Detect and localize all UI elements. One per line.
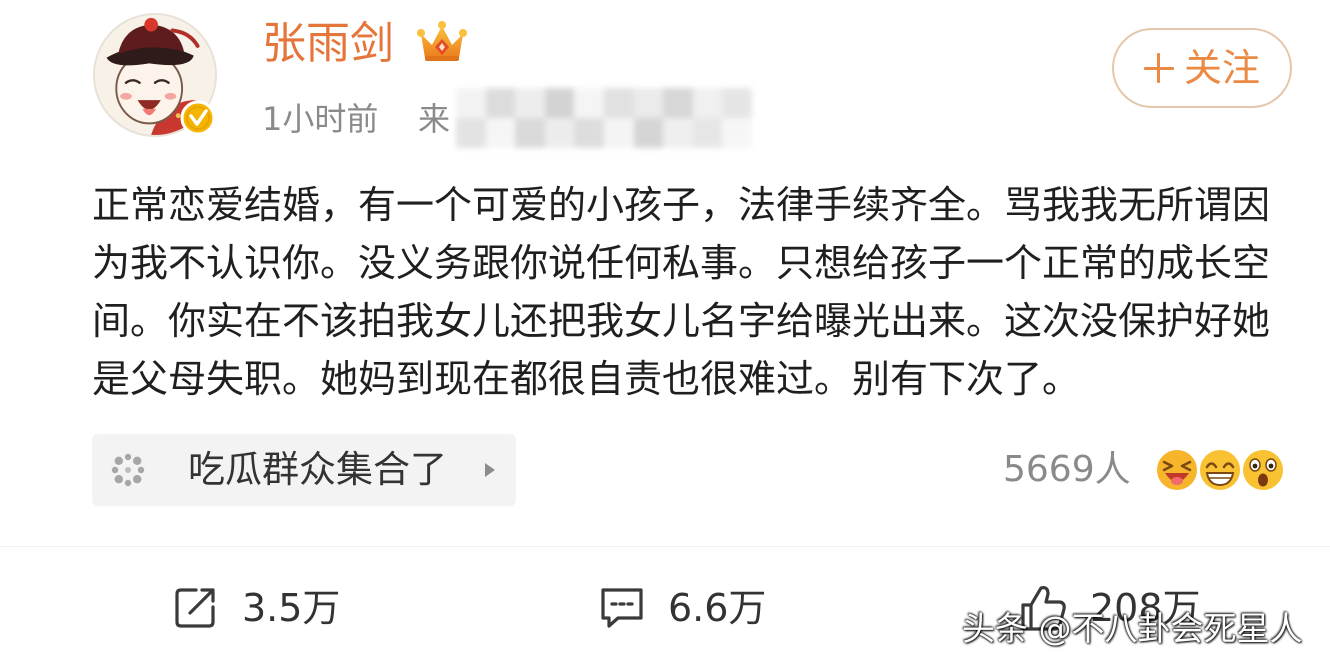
mosaic-cell bbox=[633, 88, 664, 118]
mosaic-cell bbox=[663, 88, 693, 118]
post-time[interactable]: 1小时前 bbox=[262, 96, 378, 142]
repost-count: 3.5万 bbox=[242, 586, 341, 630]
verified-v-icon bbox=[180, 100, 216, 136]
comment-button[interactable]: 6.6万 bbox=[598, 580, 766, 636]
mosaic-cell bbox=[456, 88, 486, 118]
mosaic-cell bbox=[633, 118, 664, 148]
mosaic-cell bbox=[544, 118, 575, 148]
mosaic-cell bbox=[604, 88, 634, 118]
mosaic-cell bbox=[515, 118, 545, 148]
mosaic-cell bbox=[692, 118, 723, 148]
divider bbox=[0, 546, 1330, 547]
topic-label: 吃瓜群众集合了 bbox=[188, 448, 447, 491]
reaction-emojis[interactable] bbox=[1154, 447, 1286, 493]
mosaic-cell bbox=[515, 88, 545, 118]
follow-label: 关注 bbox=[1183, 46, 1260, 90]
mosaic-cell bbox=[574, 88, 604, 118]
mosaic-cell bbox=[485, 118, 516, 148]
obscured-source bbox=[456, 88, 752, 148]
shocked-emoji bbox=[1240, 447, 1286, 493]
comment-icon bbox=[598, 586, 646, 630]
mosaic-cell bbox=[722, 118, 752, 148]
follow-button[interactable]: 关注 bbox=[1112, 28, 1292, 108]
author-name[interactable]: 张雨剑 bbox=[262, 16, 394, 72]
laughing-emoji bbox=[1154, 447, 1200, 493]
topic-link[interactable]: 吃瓜群众集合了 bbox=[92, 434, 516, 506]
mosaic-cell bbox=[574, 118, 604, 148]
comment-count: 6.6万 bbox=[668, 586, 767, 630]
mosaic-cell bbox=[485, 88, 516, 118]
repost-icon bbox=[172, 585, 218, 631]
mosaic-cell bbox=[692, 88, 723, 118]
triangle-right-icon bbox=[485, 463, 495, 477]
mosaic-cell bbox=[456, 118, 486, 148]
mosaic-cell bbox=[544, 88, 575, 118]
reaction-count[interactable]: 5669人 bbox=[1003, 447, 1131, 493]
grinning-emoji bbox=[1197, 447, 1243, 493]
post-content: 正常恋爱结婚，有一个可爱的小孩子，法律手续齐全。骂我我无所谓因为我不认识你。没义… bbox=[92, 183, 1271, 401]
mosaic-cell bbox=[663, 118, 693, 148]
mosaic-cell bbox=[722, 88, 752, 118]
crown-icon bbox=[416, 18, 468, 66]
repost-button[interactable]: 3.5万 bbox=[172, 580, 340, 636]
watermark: 头条 @不八卦会死星人 bbox=[962, 609, 1303, 648]
plus-icon bbox=[1143, 53, 1174, 83]
topic-dots-icon bbox=[109, 451, 147, 489]
source-prefix: 来 bbox=[418, 100, 451, 138]
mosaic-cell bbox=[604, 118, 634, 148]
